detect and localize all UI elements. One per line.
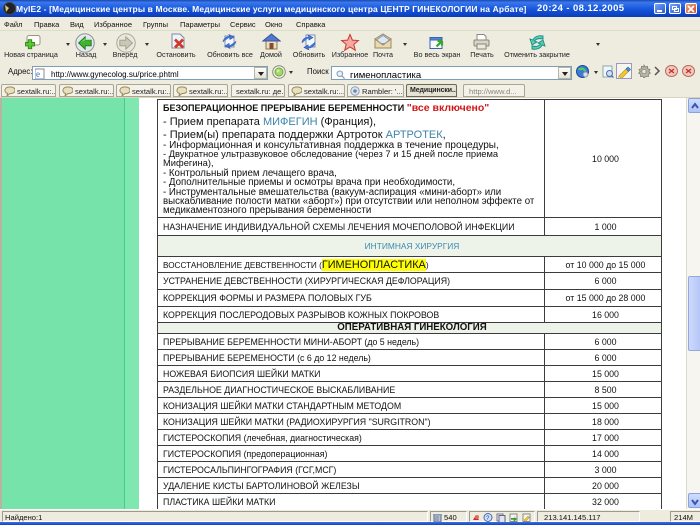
svg-text:e: e: [36, 69, 40, 79]
